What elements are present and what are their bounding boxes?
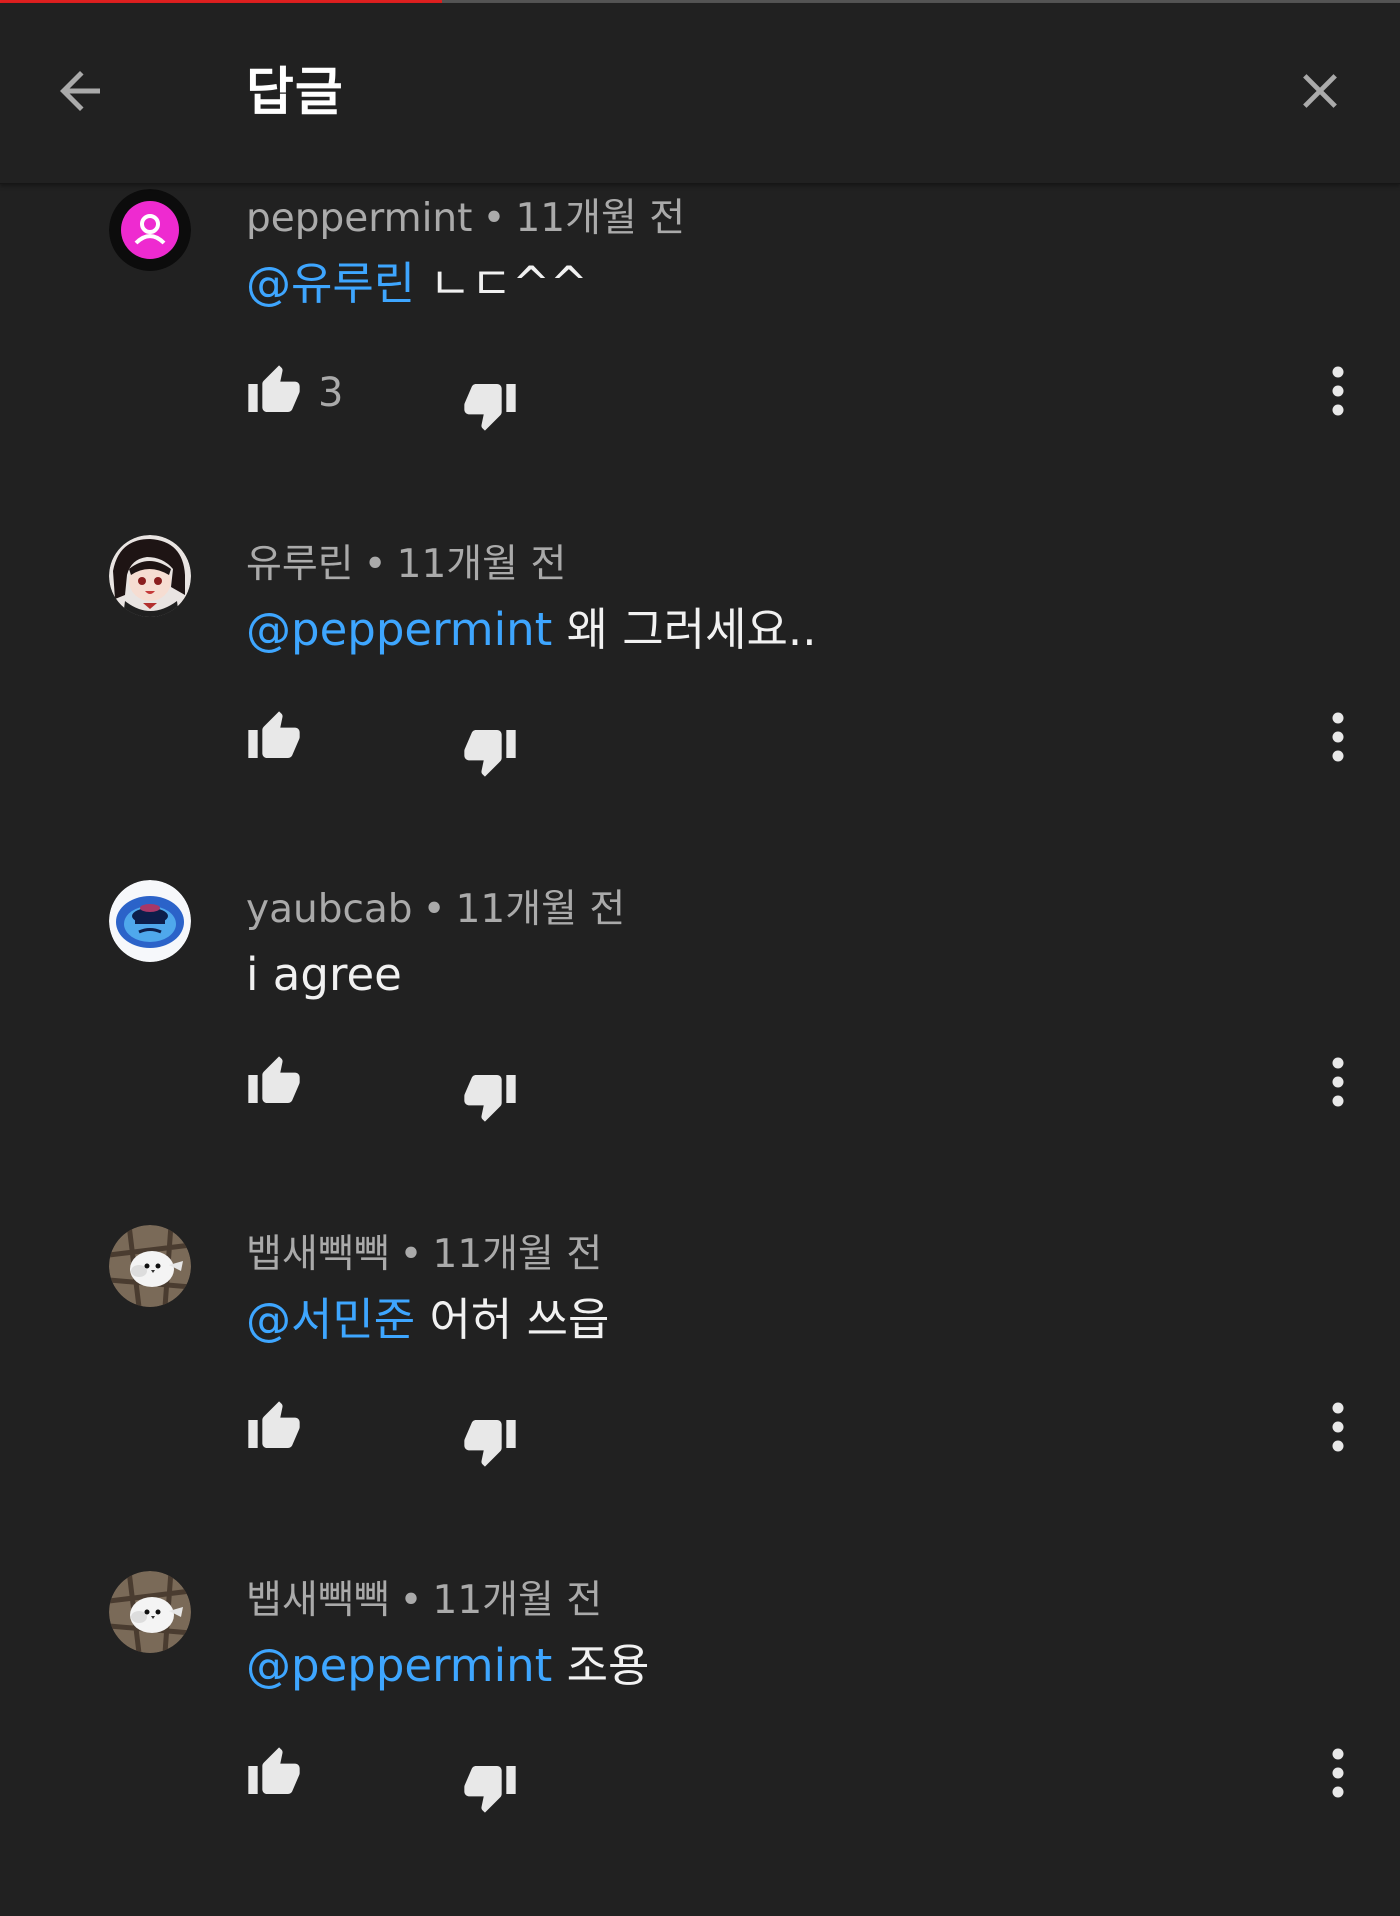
avatar[interactable] [109, 535, 191, 617]
comment-meta: yaubcab • 11개월 전 [246, 886, 625, 934]
avatar[interactable] [109, 880, 191, 962]
meta-separator: • [399, 1578, 423, 1623]
thumb-up-icon [248, 1747, 300, 1794]
more-vert-icon [1332, 1402, 1344, 1452]
thumb-down-icon [464, 1420, 516, 1467]
anime-girl-avatar-icon [109, 535, 191, 617]
more-actions-button[interactable] [1318, 359, 1358, 423]
comment-body: 어허 쓰읍 [415, 1293, 610, 1346]
more-vert-icon [1332, 1748, 1344, 1798]
pink-person-avatar-icon [109, 189, 191, 271]
thumb-down-icon [464, 1766, 516, 1813]
comment-meta: 뱁새빽빽 • 11개월 전 [246, 1577, 602, 1625]
thumb-up-icon [248, 1401, 300, 1448]
comment-body: 왜 그러세요.. [552, 603, 817, 656]
thumb-up-icon [248, 1056, 300, 1103]
thumb-up-icon [248, 711, 300, 758]
comment-body: 조용 [552, 1639, 650, 1692]
comment-text: @peppermint 조용 [246, 1633, 649, 1699]
meta-separator: • [422, 887, 446, 932]
close-button[interactable] [1280, 51, 1360, 131]
replies-header: 답글 [0, 3, 1400, 184]
comment-time: 11개월 전 [515, 196, 686, 241]
comment-item: 뱁새빽빽 • 11개월 전 @서민준 어허 쓰읍 [0, 1225, 1400, 1570]
like-button[interactable] [244, 361, 304, 421]
like-button[interactable] [244, 1743, 304, 1803]
close-icon [1303, 74, 1337, 108]
comment-time: 11개월 전 [396, 542, 567, 587]
comment-item: 유루린 • 11개월 전 @peppermint 왜 그러세요.. [0, 535, 1400, 880]
comment-body: i agree [246, 948, 402, 1001]
like-button[interactable] [244, 1052, 304, 1112]
white-bird-avatar-icon [109, 1225, 191, 1307]
blue-face-avatar-icon [109, 880, 191, 962]
dislike-button[interactable] [460, 721, 520, 781]
comment-text: i agree [246, 942, 402, 1008]
thumb-down-icon [464, 384, 516, 431]
thumb-down-icon [464, 1075, 516, 1122]
author-name[interactable]: 뱁새빽빽 [246, 1578, 390, 1623]
comment-meta: peppermint • 11개월 전 [246, 195, 685, 243]
more-actions-button[interactable] [1318, 1741, 1358, 1805]
comment-item: yaubcab • 11개월 전 i agree [0, 880, 1400, 1225]
avatar[interactable] [109, 1571, 191, 1653]
back-button[interactable] [40, 51, 120, 131]
more-vert-icon [1332, 366, 1344, 416]
thumb-up-icon [248, 365, 300, 412]
mention-link[interactable]: @서민준 [246, 1293, 415, 1346]
comment-text: @유루린 ㄴㄷ^^ [246, 251, 588, 317]
more-actions-button[interactable] [1318, 1050, 1358, 1114]
page-title: 답글 [246, 63, 344, 123]
comment-text: @서민준 어허 쓰읍 [246, 1287, 609, 1353]
comment-item: peppermint • 11개월 전 @유루린 ㄴㄷ^^ 3 [0, 189, 1400, 534]
comment-body: ㄴㄷ^^ [415, 257, 588, 310]
comment-time: 11개월 전 [432, 1232, 603, 1277]
meta-separator: • [482, 196, 506, 241]
comment-item: 뱁새빽빽 • 11개월 전 @peppermint 조용 [0, 1571, 1400, 1916]
mention-link[interactable]: @유루린 [246, 257, 415, 310]
comment-text: @peppermint 왜 그러세요.. [246, 597, 817, 663]
avatar[interactable] [109, 1225, 191, 1307]
like-button[interactable] [244, 707, 304, 767]
like-button[interactable] [244, 1397, 304, 1457]
dislike-button[interactable] [460, 1411, 520, 1471]
thumb-down-icon [464, 730, 516, 777]
author-name[interactable]: 뱁새빽빽 [246, 1232, 390, 1277]
more-vert-icon [1332, 1057, 1344, 1107]
arrow-left-icon [60, 71, 100, 111]
dislike-button[interactable] [460, 1066, 520, 1126]
comment-meta: 뱁새빽빽 • 11개월 전 [246, 1231, 602, 1279]
meta-separator: • [399, 1232, 423, 1277]
more-vert-icon [1332, 712, 1344, 762]
comment-meta: 유루린 • 11개월 전 [246, 541, 566, 589]
more-actions-button[interactable] [1318, 705, 1358, 769]
dislike-button[interactable] [460, 375, 520, 435]
comment-time: 11개월 전 [455, 887, 626, 932]
author-name[interactable]: peppermint [246, 196, 472, 241]
mention-link[interactable]: @peppermint [246, 1639, 552, 1692]
like-count: 3 [318, 370, 344, 416]
mention-link[interactable]: @peppermint [246, 603, 552, 656]
avatar[interactable] [109, 189, 191, 271]
author-name[interactable]: 유루린 [246, 542, 354, 587]
meta-separator: • [363, 542, 387, 587]
dislike-button[interactable] [460, 1757, 520, 1817]
white-bird-avatar-icon [109, 1571, 191, 1653]
comment-time: 11개월 전 [432, 1578, 603, 1623]
author-name[interactable]: yaubcab [246, 887, 413, 932]
more-actions-button[interactable] [1318, 1395, 1358, 1459]
